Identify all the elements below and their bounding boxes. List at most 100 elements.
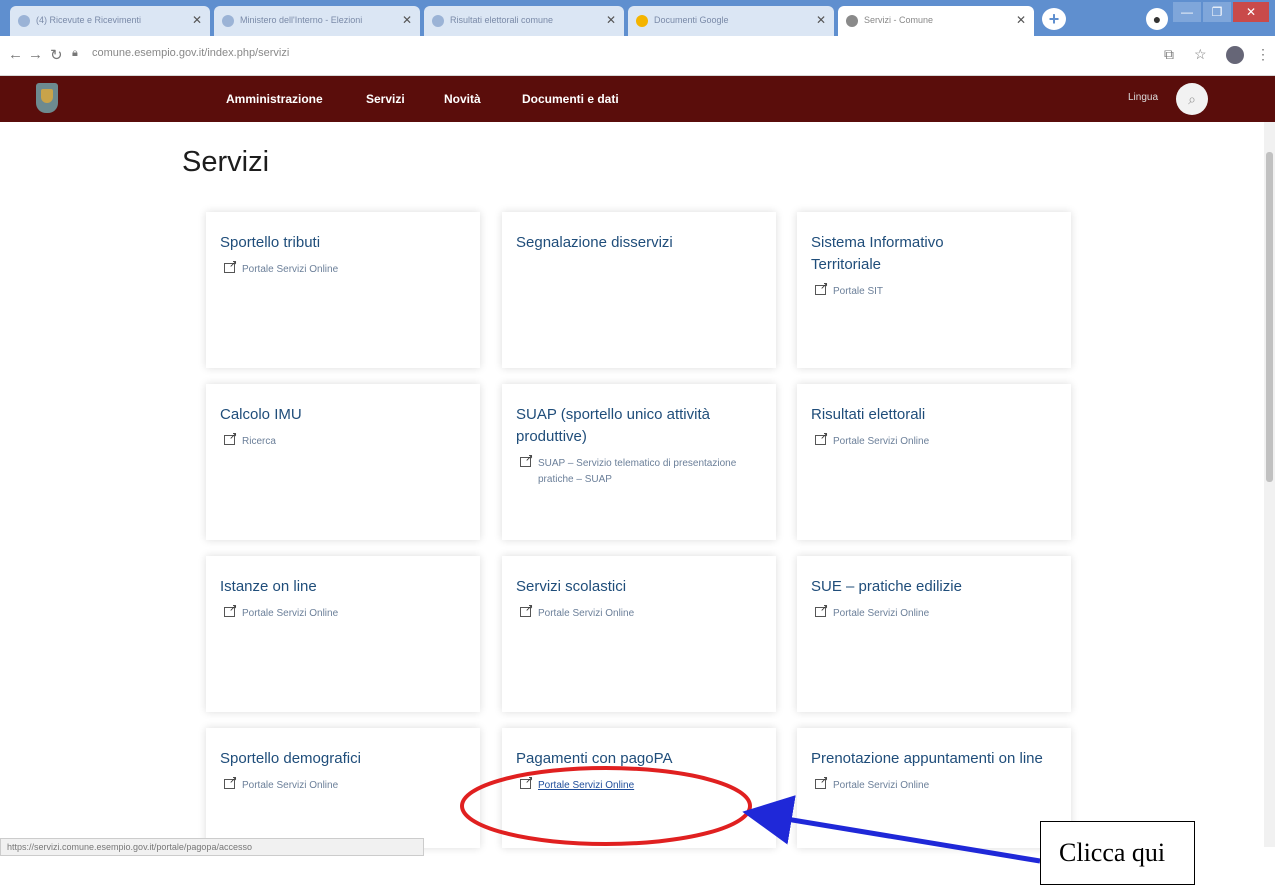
service-card[interactable]: Pagamenti con pagoPA Portale Servizi Onl… bbox=[502, 728, 776, 848]
browser-menu-icon[interactable]: ⋮ bbox=[1256, 46, 1270, 63]
browser-tab[interactable]: Risultati elettorali comune ✕ bbox=[424, 6, 624, 36]
card-title[interactable]: Prenotazione appuntamenti on line bbox=[811, 748, 1061, 770]
external-link-icon bbox=[224, 773, 237, 789]
browser-tab-active[interactable]: Servizi - Comune ✕ bbox=[838, 6, 1034, 36]
profile-icon[interactable]: ● bbox=[1146, 8, 1168, 30]
card-link[interactable]: Portale Servizi Online bbox=[220, 773, 466, 794]
card-link-label: Portale Servizi Online bbox=[833, 436, 930, 447]
close-window-button[interactable]: ✕ bbox=[1233, 2, 1269, 22]
card-title[interactable]: Istanze on line bbox=[220, 576, 466, 598]
card-link[interactable]: Portale Servizi Online bbox=[811, 773, 1057, 794]
forward-icon[interactable]: → bbox=[28, 46, 43, 63]
service-card[interactable]: Istanze on line Portale Servizi Online bbox=[206, 556, 480, 712]
tab-close-icon[interactable]: ✕ bbox=[606, 13, 616, 27]
card-link-label: Portale Servizi Online bbox=[538, 780, 635, 791]
search-button[interactable]: ⌕ bbox=[1176, 83, 1208, 115]
card-title[interactable]: Segnalazione disservizi bbox=[516, 232, 762, 254]
external-link-icon bbox=[224, 257, 237, 273]
window-controls: — ❐ ✕ bbox=[1171, 2, 1269, 28]
card-title[interactable]: Sportello demografici bbox=[220, 748, 466, 770]
card-link-label: Portale Servizi Online bbox=[242, 264, 339, 275]
tab-title: Ministero dell'Interno - Elezioni bbox=[240, 15, 363, 25]
card-link[interactable]: Ricerca bbox=[220, 429, 466, 450]
bookmark-star-icon[interactable]: ☆ bbox=[1194, 46, 1207, 63]
external-link-icon bbox=[815, 279, 828, 295]
external-link-icon bbox=[520, 601, 533, 617]
url-input[interactable]: comune.esempio.gov.it/index.php/servizi bbox=[92, 47, 289, 59]
card-link[interactable]: Portale Servizi Online bbox=[220, 257, 466, 278]
pagopa-portal-link[interactable]: Portale Servizi Online bbox=[516, 773, 762, 794]
external-link-icon bbox=[815, 429, 828, 445]
external-link-icon bbox=[520, 451, 533, 467]
tab-close-icon[interactable]: ✕ bbox=[816, 13, 826, 27]
address-bar: ← → ↻ 🔒︎ comune.esempio.gov.it/index.php… bbox=[0, 36, 1275, 76]
card-title[interactable]: Servizi scolastici bbox=[516, 576, 762, 598]
card-link[interactable]: Portale Servizi Online bbox=[220, 601, 466, 622]
card-title[interactable]: Pagamenti con pagoPA bbox=[516, 748, 762, 770]
external-link-icon bbox=[815, 773, 828, 789]
card-link[interactable]: Portale Servizi Online bbox=[516, 601, 762, 622]
service-card[interactable]: Sportello demografici Portale Servizi On… bbox=[206, 728, 480, 848]
menu-item-servizi[interactable]: Servizi bbox=[366, 92, 405, 106]
service-card[interactable]: Prenotazione appuntamenti on line Portal… bbox=[797, 728, 1071, 848]
reload-icon[interactable]: ↻ bbox=[50, 46, 63, 64]
service-card[interactable]: Sportello tributi Portale Servizi Online bbox=[206, 212, 480, 368]
card-title[interactable]: SUAP (sportello unico attività produttiv… bbox=[516, 404, 766, 448]
tab-close-icon[interactable]: ✕ bbox=[1016, 13, 1026, 27]
service-card[interactable]: Risultati elettorali Portale Servizi Onl… bbox=[797, 384, 1071, 540]
page-scrollbar[interactable] bbox=[1264, 122, 1275, 847]
card-link-label: Portale Servizi Online bbox=[833, 780, 930, 791]
tab-title: Servizi - Comune bbox=[864, 15, 934, 25]
account-avatar[interactable] bbox=[1226, 46, 1244, 64]
card-link[interactable]: Portale SIT bbox=[811, 279, 1057, 300]
minimize-button[interactable]: — bbox=[1173, 2, 1201, 22]
scrollbar-thumb[interactable] bbox=[1266, 152, 1273, 482]
card-link-label: Portale Servizi Online bbox=[833, 608, 930, 619]
browser-tab[interactable]: (4) Ricevute e Ricevimenti ✕ bbox=[10, 6, 210, 36]
card-link[interactable]: Portale Servizi Online bbox=[811, 429, 1057, 450]
tab-favicon-icon bbox=[222, 15, 234, 27]
card-title[interactable]: Sistema Informativo Territoriale bbox=[811, 232, 981, 276]
service-card[interactable]: Segnalazione disservizi bbox=[502, 212, 776, 368]
service-card[interactable]: SUAP (sportello unico attività produttiv… bbox=[502, 384, 776, 540]
card-link-label: Portale Servizi Online bbox=[242, 608, 339, 619]
card-link-label: Portale Servizi Online bbox=[242, 780, 339, 791]
card-link-label: SUAP – Servizio telematico di presentazi… bbox=[538, 458, 737, 485]
translate-icon[interactable]: ⧉ bbox=[1164, 46, 1174, 63]
card-title[interactable]: Risultati elettorali bbox=[811, 404, 1057, 426]
coat-of-arms-logo[interactable] bbox=[36, 83, 58, 113]
external-link-icon bbox=[815, 601, 828, 617]
tab-close-icon[interactable]: ✕ bbox=[192, 13, 202, 27]
tab-favicon-icon bbox=[846, 15, 858, 27]
card-title[interactable]: SUE – pratiche edilizie bbox=[811, 576, 1057, 598]
browser-tab[interactable]: Documenti Google ✕ bbox=[628, 6, 834, 36]
card-title[interactable]: Sportello tributi bbox=[220, 232, 466, 254]
browser-tab-bar: (4) Ricevute e Ricevimenti ✕ Ministero d… bbox=[0, 0, 1275, 36]
external-link-icon bbox=[520, 773, 533, 789]
maximize-button[interactable]: ❐ bbox=[1203, 2, 1231, 22]
service-card[interactable]: SUE – pratiche edilizie Portale Servizi … bbox=[797, 556, 1071, 712]
back-icon[interactable]: ← bbox=[8, 46, 23, 63]
card-title[interactable]: Calcolo IMU bbox=[220, 404, 466, 426]
browser-tab[interactable]: Ministero dell'Interno - Elezioni ✕ bbox=[214, 6, 420, 36]
tab-favicon-icon bbox=[636, 15, 648, 27]
service-card[interactable]: Sistema Informativo Territoriale Portale… bbox=[797, 212, 1071, 368]
card-link-label: Ricerca bbox=[242, 436, 276, 447]
card-link[interactable]: SUAP – Servizio telematico di presentazi… bbox=[516, 451, 738, 488]
menu-item-amministrazione[interactable]: Amministrazione bbox=[226, 92, 323, 106]
annotation-callout: Clicca qui bbox=[1040, 821, 1195, 885]
language-selector[interactable]: Lingua bbox=[1128, 92, 1158, 103]
service-card[interactable]: Calcolo IMU Ricerca bbox=[206, 384, 480, 540]
card-link[interactable]: Portale Servizi Online bbox=[811, 601, 1057, 622]
external-link-icon bbox=[224, 429, 237, 445]
menu-item-novita[interactable]: Novità bbox=[444, 92, 481, 106]
tab-close-icon[interactable]: ✕ bbox=[402, 13, 412, 27]
card-link-label: Portale Servizi Online bbox=[538, 608, 635, 619]
menu-item-documenti-e-dati[interactable]: Documenti e dati bbox=[522, 92, 619, 106]
status-bar-url: https://servizi.comune.esempio.gov.it/po… bbox=[0, 838, 424, 856]
lock-icon[interactable]: 🔒︎ bbox=[72, 47, 78, 60]
site-header: Amministrazione Servizi Novità Documenti… bbox=[0, 76, 1275, 122]
service-card[interactable]: Servizi scolastici Portale Servizi Onlin… bbox=[502, 556, 776, 712]
tab-title: (4) Ricevute e Ricevimenti bbox=[36, 15, 142, 25]
new-tab-button[interactable]: + bbox=[1042, 8, 1066, 30]
